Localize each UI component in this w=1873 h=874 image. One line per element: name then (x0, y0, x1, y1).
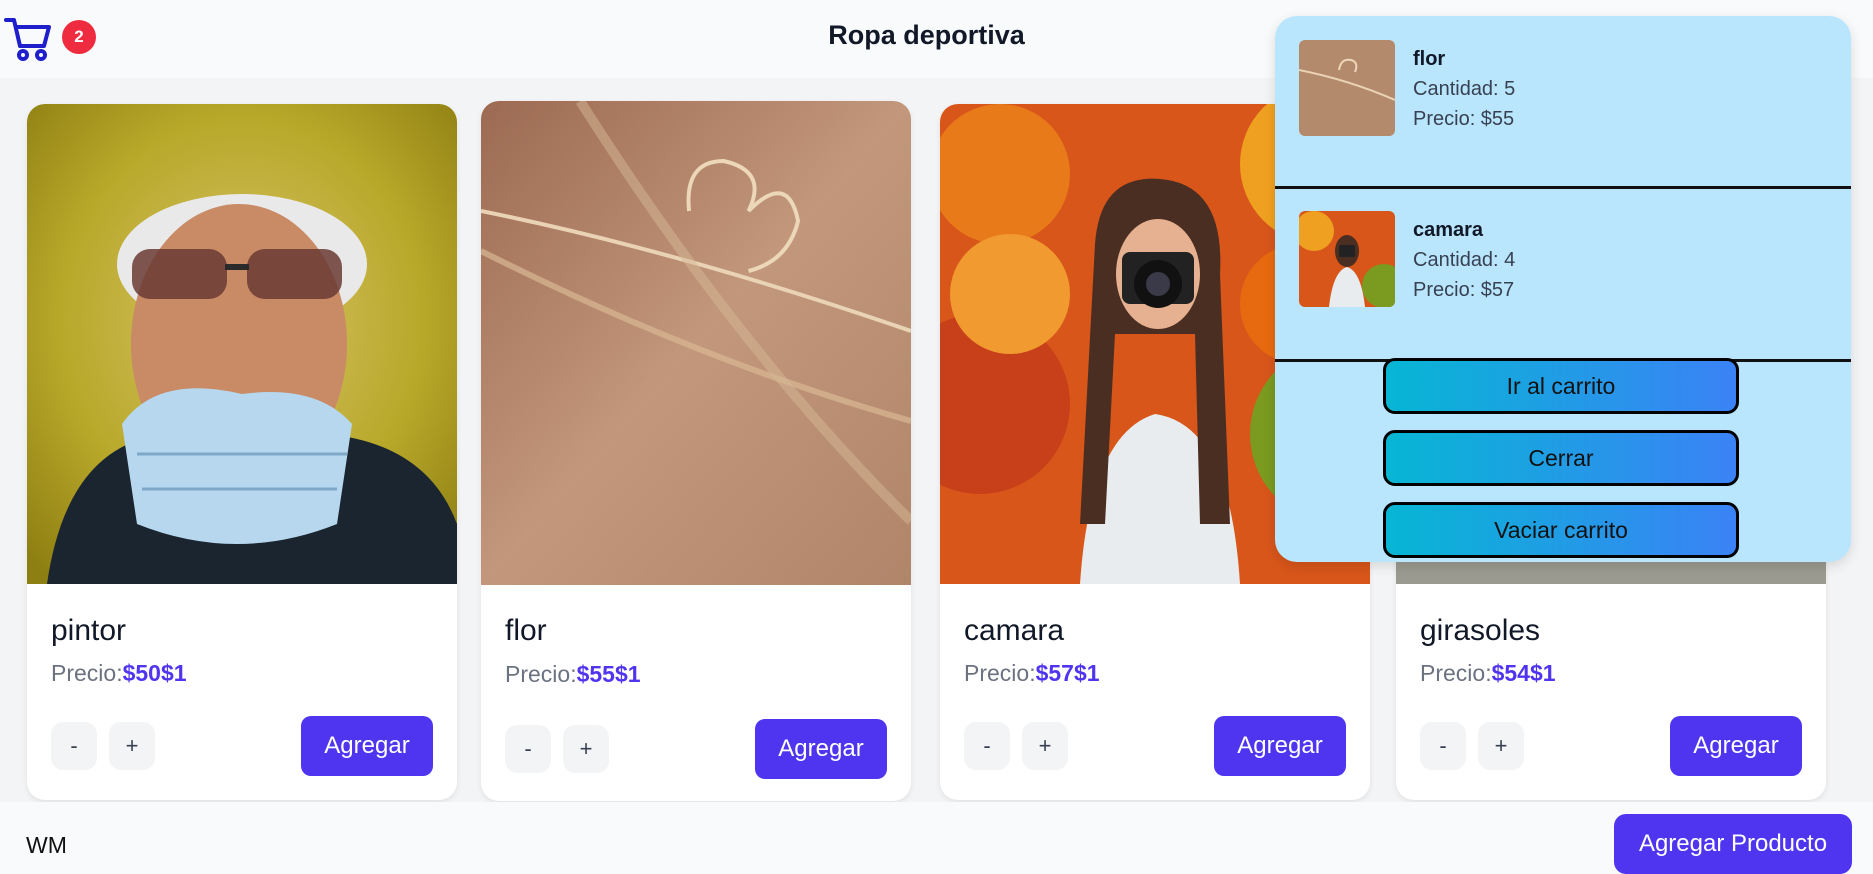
product-name: girasoles (1420, 614, 1541, 647)
footer-brand: WM (26, 832, 67, 858)
cart-dropdown: flor Cantidad: 5 Precio: $55 camara Cant… (1275, 16, 1851, 562)
go-to-cart-button[interactable]: Ir al carrito (1383, 358, 1739, 414)
add-to-cart-button[interactable]: Agregar (301, 716, 433, 776)
add-product-button[interactable]: Agregar Producto (1614, 814, 1852, 874)
cart-item-quantity: Cantidad: 4 (1413, 249, 1516, 271)
cart-item-thumbnail (1299, 40, 1395, 136)
product-image (481, 101, 911, 585)
increase-button[interactable]: + (109, 722, 155, 770)
increase-button[interactable]: + (563, 725, 609, 773)
cart-item-name: camara (1413, 219, 1484, 241)
decrease-button[interactable]: - (51, 722, 97, 770)
decrease-button[interactable]: - (1420, 722, 1466, 770)
close-button[interactable]: Cerrar (1383, 430, 1739, 486)
cart-item-price: Precio: $57 (1413, 279, 1515, 301)
footer (0, 802, 1873, 874)
increase-button[interactable]: + (1022, 722, 1068, 770)
add-to-cart-button[interactable]: Agregar (1214, 716, 1346, 776)
product-price: Precio:$55$1 (505, 661, 641, 688)
price-value: $50$1 (122, 660, 187, 686)
decrease-button[interactable]: - (505, 725, 551, 773)
cart-item-thumbnail (1299, 211, 1395, 307)
increase-button[interactable]: + (1478, 722, 1524, 770)
price-label: Precio: (964, 660, 1036, 686)
empty-cart-button[interactable]: Vaciar carrito (1383, 502, 1739, 558)
add-to-cart-button[interactable]: Agregar (1670, 716, 1802, 776)
price-label: Precio: (51, 660, 123, 686)
cart-item: flor Cantidad: 5 Precio: $55 (1275, 16, 1851, 189)
product-price: Precio:$50$1 (51, 660, 187, 687)
add-to-cart-button[interactable]: Agregar (755, 719, 887, 779)
product-price: Precio:$57$1 (964, 660, 1100, 687)
cart-item-name: flor (1413, 48, 1446, 70)
cart-item-quantity: Cantidad: 5 (1413, 78, 1516, 100)
price-value: $55$1 (576, 661, 641, 687)
product-card: flor Precio:$55$1 - + Agregar (481, 101, 911, 801)
product-name: flor (505, 614, 547, 647)
decrease-button[interactable]: - (964, 722, 1010, 770)
product-card: pintor Precio:$50$1 - + Agregar (27, 104, 457, 800)
cart-item: camara Cantidad: 4 Precio: $57 (1275, 189, 1851, 362)
product-name: pintor (51, 614, 127, 647)
price-value: $57$1 (1035, 660, 1100, 686)
cart-item-price: Precio: $55 (1413, 108, 1515, 130)
price-value: $54$1 (1491, 660, 1556, 686)
product-image (27, 104, 457, 584)
product-price: Precio:$54$1 (1420, 660, 1556, 687)
product-name: camara (964, 614, 1065, 647)
price-label: Precio: (505, 661, 577, 687)
price-label: Precio: (1420, 660, 1492, 686)
